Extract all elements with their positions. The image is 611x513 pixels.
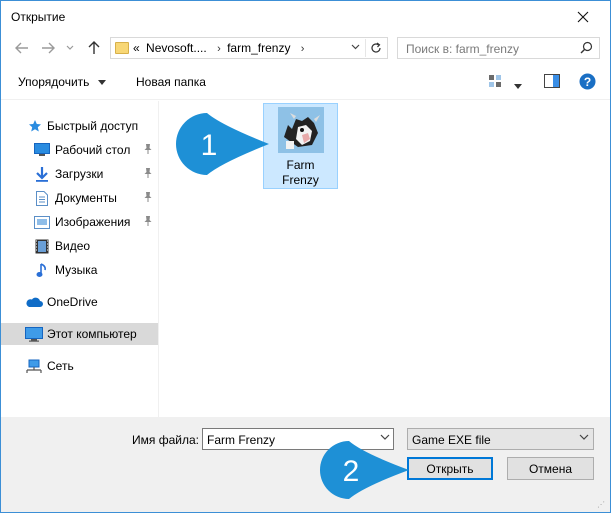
preview-pane-button[interactable] <box>544 74 560 91</box>
download-icon <box>34 166 50 182</box>
sidebar-item-this-pc[interactable]: Этот компьютер <box>1 323 158 345</box>
folder-icon <box>115 42 129 54</box>
sidebar-item-quick-access[interactable]: Быстрый доступ <box>1 115 158 137</box>
dialog-footer: Имя файла: Farm Frenzy Game EXE file Отк… <box>1 417 610 512</box>
pin-icon[interactable] <box>143 215 153 229</box>
new-folder-button[interactable]: Новая папка <box>136 75 206 89</box>
open-file-dialog: Открытие « Nevosoft.... › farm_frenzy › <box>0 0 611 513</box>
dropdown-arrow-icon <box>514 84 522 89</box>
open-button[interactable]: Открыть <box>407 457 493 480</box>
pin-icon[interactable] <box>143 143 153 157</box>
address-bar[interactable]: « Nevosoft.... › farm_frenzy › <box>110 37 388 59</box>
search-input[interactable]: Поиск в: farm_frenzy <box>406 42 519 56</box>
pin-icon[interactable] <box>143 167 153 181</box>
music-icon <box>34 262 50 278</box>
pin-icon[interactable] <box>143 191 153 205</box>
title-bar: Открытие <box>1 1 610 33</box>
organize-label: Упорядочить <box>18 75 90 89</box>
navigation-bar: « Nevosoft.... › farm_frenzy › Поиск в: … <box>1 33 610 63</box>
recent-locations-button[interactable] <box>63 39 77 57</box>
help-icon: ? <box>579 73 596 90</box>
sidebar-item-label: Изображения <box>55 215 131 229</box>
back-button[interactable] <box>13 39 31 57</box>
filetype-select[interactable]: Game EXE file <box>407 428 594 450</box>
cow-app-icon <box>278 107 324 153</box>
breadcrumb-overflow[interactable]: « <box>133 41 140 55</box>
organize-menu[interactable]: Упорядочить <box>18 75 106 89</box>
filetype-value: Game EXE file <box>412 433 491 447</box>
document-icon <box>34 190 50 206</box>
computer-icon <box>25 326 43 342</box>
step-2-number: 2 <box>343 455 360 488</box>
svg-text:?: ? <box>584 75 591 89</box>
sidebar-item-videos[interactable]: Видео <box>1 235 158 257</box>
refresh-button[interactable] <box>365 39 385 57</box>
refresh-icon <box>370 42 381 53</box>
arrow-up-icon <box>88 41 100 54</box>
arrow-left-icon <box>15 42 28 54</box>
breadcrumb-separator-icon: › <box>300 43 305 55</box>
view-options-button[interactable] <box>488 74 502 91</box>
filename-input[interactable]: Farm Frenzy <box>207 433 275 447</box>
filename-label: Имя файла: <box>132 433 199 447</box>
navigation-pane: Быстрый доступ Рабочий стол Загрузки Док… <box>1 105 158 417</box>
help-button[interactable]: ? <box>579 73 596 93</box>
sidebar-item-label: Музыка <box>55 263 98 277</box>
step-1-callout: 1 <box>176 113 269 175</box>
sidebar-item-documents[interactable]: Документы <box>1 187 158 209</box>
close-button[interactable] <box>560 1 606 32</box>
search-icon <box>580 41 593 54</box>
address-dropdown-button[interactable] <box>347 40 363 56</box>
breadcrumb-separator-icon: › <box>217 43 221 55</box>
resize-grip-icon[interactable]: ⋰ <box>597 500 606 509</box>
dropdown-arrow-icon <box>97 80 106 86</box>
view-grid-icon <box>489 75 501 87</box>
sidebar-item-pictures[interactable]: Изображения <box>1 211 158 233</box>
sidebar-item-label: Видео <box>55 239 91 253</box>
forward-button[interactable] <box>39 39 57 57</box>
breadcrumb: « Nevosoft.... › farm_frenzy › <box>133 41 307 55</box>
cloud-icon <box>25 294 43 310</box>
chevron-down-icon <box>579 432 589 443</box>
pictures-icon <box>34 214 50 230</box>
divider <box>1 99 610 100</box>
sidebar-item-label: Рабочий стол <box>55 143 131 157</box>
step-1-number: 1 <box>201 129 218 162</box>
sidebar-item-label: OneDrive <box>47 295 98 309</box>
chevron-down-icon <box>351 44 359 50</box>
sidebar-item-downloads[interactable]: Загрузки <box>1 163 158 185</box>
sidebar-item-desktop[interactable]: Рабочий стол <box>1 139 158 161</box>
sidebar-item-label: Сеть <box>47 359 74 373</box>
close-icon <box>577 11 589 22</box>
search-box[interactable]: Поиск в: farm_frenzy <box>397 37 600 59</box>
network-icon <box>25 358 43 374</box>
sidebar-item-music[interactable]: Музыка <box>1 259 158 281</box>
sidebar-item-label: Этот компьютер <box>47 327 137 341</box>
cancel-button[interactable]: Отмена <box>507 457 594 480</box>
chevron-down-icon <box>66 45 74 50</box>
star-icon <box>27 118 43 134</box>
up-button[interactable] <box>85 39 103 57</box>
breadcrumb-item-nevosoft[interactable]: Nevosoft.... <box>146 41 207 55</box>
desktop-icon <box>34 142 50 158</box>
video-icon <box>34 238 50 254</box>
arrow-right-icon <box>42 42 55 54</box>
preview-pane-icon <box>544 74 560 88</box>
view-dropdown-button[interactable] <box>514 78 522 92</box>
window-title: Открытие <box>11 10 66 24</box>
sidebar-item-label: Документы <box>55 191 117 205</box>
sidebar-item-onedrive[interactable]: OneDrive <box>1 291 158 313</box>
sidebar-item-label: Быстрый доступ <box>47 119 139 133</box>
step-2-callout: 2 <box>319 441 409 499</box>
command-bar: Упорядочить Новая папка ? <box>1 67 610 97</box>
breadcrumb-item-farm-frenzy[interactable]: farm_frenzy <box>227 41 290 55</box>
sidebar-item-network[interactable]: Сеть <box>1 355 158 377</box>
sidebar-item-label: Загрузки <box>55 167 104 181</box>
